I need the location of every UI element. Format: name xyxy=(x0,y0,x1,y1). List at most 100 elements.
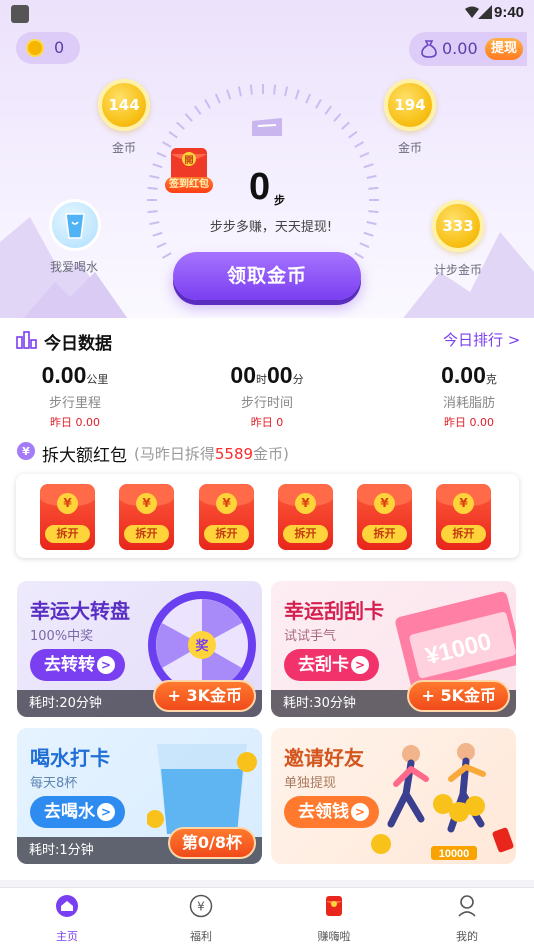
open-packet-button[interactable]: 拆开 xyxy=(124,525,169,543)
wifi-icon xyxy=(465,6,479,18)
dial-tick xyxy=(204,99,211,109)
red-packet-6[interactable]: ¥ 拆开 xyxy=(436,484,491,550)
dial-tick xyxy=(348,131,358,139)
dial-tick xyxy=(366,221,377,226)
lucky-wheel-card[interactable]: 奖 幸运大转盘 100%中奖 去转转 > 耗时:20分钟 + 3K金币 xyxy=(17,581,262,717)
water-cup-icon xyxy=(65,213,85,239)
dial-tick xyxy=(354,141,364,148)
open-packet-button[interactable]: 拆开 xyxy=(204,525,249,543)
coin-bubble-3-label: 计步金币 xyxy=(433,263,482,277)
coin-bubble-3[interactable]: 333 xyxy=(432,200,484,252)
red-packet-2[interactable]: ¥ 拆开 xyxy=(119,484,174,550)
dial-tick xyxy=(226,89,232,100)
invite-friends-subtitle: 单独提现 xyxy=(284,776,337,791)
red-packet-5[interactable]: ¥ 拆开 xyxy=(357,484,412,550)
svg-text:¥: ¥ xyxy=(22,445,30,458)
dial-tick xyxy=(305,93,312,104)
coin-bubble-2-label: 金币 xyxy=(397,141,422,155)
yen-icon: ¥ xyxy=(57,493,78,514)
lucky-wheel-title: 幸运大转盘 xyxy=(30,599,130,623)
nav-welfare[interactable]: ¥ 福利 xyxy=(166,894,236,944)
ticket-icon xyxy=(252,118,282,136)
drink-water-button[interactable]: 去喝水 > xyxy=(30,796,125,828)
home-icon xyxy=(56,895,78,917)
collect-coins-button[interactable]: 领取金币 xyxy=(173,252,361,300)
yen-icon: ¥ xyxy=(374,493,395,514)
open-packet-button[interactable]: 拆开 xyxy=(362,525,407,543)
notification-icon xyxy=(11,5,29,23)
stat-fat-value: 0.00 xyxy=(441,362,486,388)
data-chart-icon xyxy=(16,331,37,349)
dial-tick xyxy=(368,186,379,190)
dial-tick xyxy=(168,131,178,139)
step-count: 0 xyxy=(249,166,271,208)
withdraw-button[interactable]: 提现 xyxy=(485,38,523,60)
step-slogan: 步步多赚，天天提现! xyxy=(209,220,333,235)
invite-coin-label: 10000 xyxy=(439,848,470,860)
today-ranking-link[interactable]: 今日排行 > xyxy=(443,329,520,350)
yen-icon: ¥ xyxy=(136,493,157,514)
coin-count: 0 xyxy=(54,38,65,57)
step-unit: 步 xyxy=(274,194,285,207)
stat-time-label: 步行时间 xyxy=(240,396,293,411)
coin-bubble-1[interactable]: 144 xyxy=(98,79,150,131)
dial-tick xyxy=(214,93,221,104)
red-packet-3[interactable]: ¥ 拆开 xyxy=(199,484,254,550)
coin-icon xyxy=(26,39,44,57)
drink-water-card[interactable]: 喝水打卡 每天8杯 去喝水 > 耗时:1分钟 第0/8杯 xyxy=(17,728,262,864)
dial-tick xyxy=(152,231,163,237)
dial-tick xyxy=(237,86,242,97)
chevron-right-icon: > xyxy=(97,656,115,674)
lucky-wheel-button[interactable]: 去转转 > xyxy=(30,649,125,681)
nav-earn[interactable]: 赚嗨啦 xyxy=(299,894,369,944)
dial-tick xyxy=(315,99,322,109)
scratch-card-card[interactable]: ¥1000 幸运刮刮卡 试试手气 去刮卡 > 耗时:30分钟 + 5K金币 xyxy=(271,581,516,717)
nav-home-label: 主页 xyxy=(56,930,78,943)
nav-mine-label: 我的 xyxy=(456,930,478,943)
scratch-ticket-icon: ¥1000 xyxy=(395,591,516,689)
cash-balance[interactable]: 0.00 提现 xyxy=(409,32,527,66)
status-time: 9:40 xyxy=(494,4,525,21)
nav-home[interactable]: 主页 xyxy=(32,894,102,944)
coin-balance[interactable]: 0 xyxy=(16,32,80,64)
dial-tick xyxy=(162,252,172,259)
drink-water-bubble[interactable] xyxy=(49,199,101,251)
drink-water-title: 喝水打卡 xyxy=(30,746,110,770)
dial-tick xyxy=(354,252,364,259)
scratch-card-button[interactable]: 去刮卡 > xyxy=(284,649,379,681)
coin-bubble-2[interactable]: 194 xyxy=(384,79,436,131)
sign-packet-glyph: 開 xyxy=(184,155,193,166)
today-data-title: 今日数据 xyxy=(44,334,112,354)
invite-friends-button-label: 去领钱 xyxy=(298,802,349,822)
dial-tick xyxy=(333,113,342,122)
red-packet-subtitle: (马昨日拆得5589金币) xyxy=(134,443,289,464)
dial-tick xyxy=(294,89,300,100)
chevron-right-icon: > xyxy=(351,656,369,674)
red-envelope-icon xyxy=(326,896,342,916)
dial-tick xyxy=(366,174,377,179)
nav-mine[interactable]: 我的 xyxy=(432,894,502,944)
stat-time-hours-unit: 时 xyxy=(256,374,267,386)
drink-water-subtitle: 每天8杯 xyxy=(30,776,78,791)
dial-tick xyxy=(363,163,374,169)
red-packet-sub-amount: 5589 xyxy=(214,445,254,463)
red-packet-1[interactable]: ¥ 拆开 xyxy=(40,484,95,550)
sign-in-red-packet-label: 签到红包 xyxy=(165,177,213,193)
dial-tick xyxy=(249,84,253,95)
scratch-card-button-label: 去刮卡 xyxy=(298,655,349,675)
dial-tick xyxy=(194,105,202,115)
yen-icon: ¥ xyxy=(453,493,474,514)
invite-friends-button[interactable]: 去领钱 > xyxy=(284,796,379,828)
stat-fat-label: 消耗脂肪 xyxy=(442,396,495,411)
red-packet-sub-suffix: 金币) xyxy=(253,445,289,463)
red-packet-4[interactable]: ¥ 拆开 xyxy=(278,484,333,550)
invite-friends-card[interactable]: 10000 邀请好友 单独提现 去领钱 > xyxy=(271,728,516,864)
open-packet-button[interactable]: 拆开 xyxy=(45,525,90,543)
stat-fat-yesterday: 昨日 0.00 xyxy=(444,416,494,429)
open-packet-button[interactable]: 拆开 xyxy=(283,525,328,543)
open-packet-button[interactable]: 拆开 xyxy=(441,525,486,543)
nav-welfare-label: 福利 xyxy=(190,930,212,943)
dial-tick xyxy=(176,121,185,130)
stat-distance-label: 步行里程 xyxy=(48,396,101,411)
stat-fat: 0.00克 消耗脂肪 昨日 0.00 xyxy=(394,362,534,430)
